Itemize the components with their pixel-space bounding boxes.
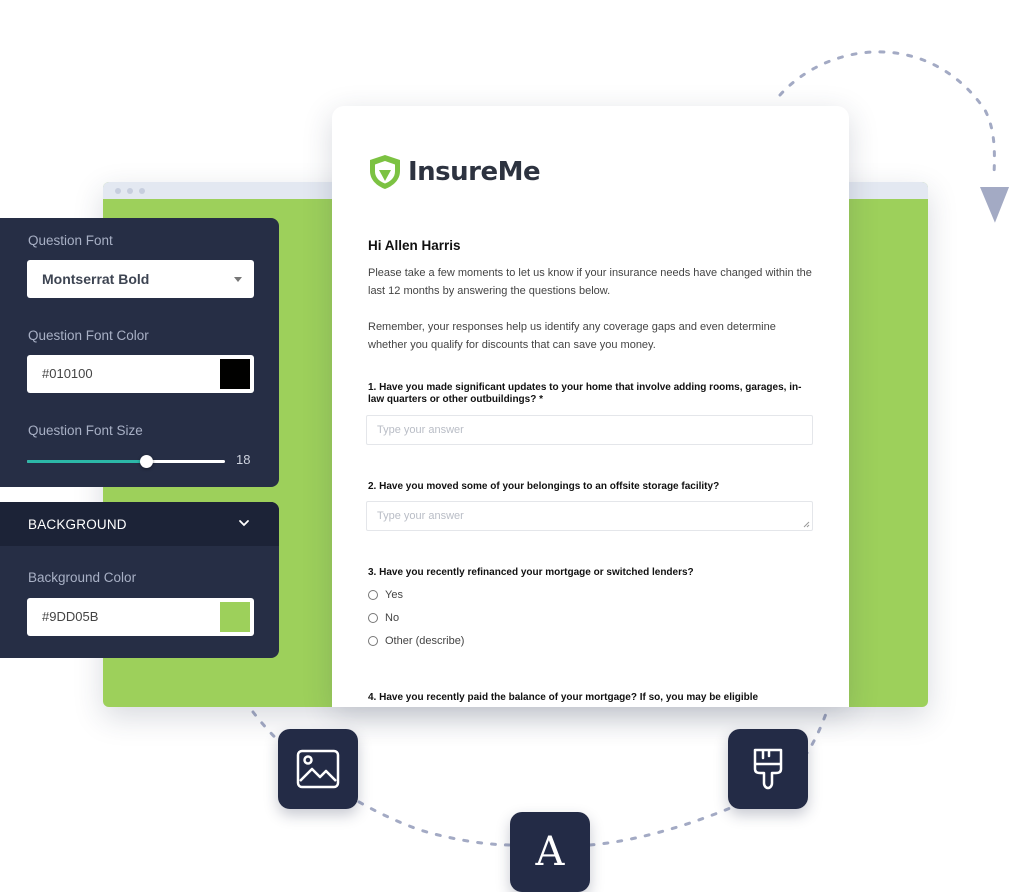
font-size-label: Question Font Size: [28, 423, 143, 438]
font-size-slider[interactable]: [27, 455, 225, 468]
font-size-value: 18: [236, 452, 251, 467]
background-color-swatch[interactable]: [220, 602, 250, 632]
greeting-heading: Hi Allen Harris: [368, 238, 461, 253]
radio-button[interactable]: [368, 613, 378, 623]
question-font-label: Question Font: [28, 233, 113, 248]
text-font-icon: A: [535, 829, 565, 875]
question-font-panel: Question Font Montserrat Bold Question F…: [0, 218, 279, 487]
question-2-label: 2. Have you moved some of your belonging…: [368, 481, 720, 492]
font-select-value: Montserrat Bold: [42, 271, 150, 287]
radio-button[interactable]: [368, 590, 378, 600]
logo: InsureMe: [368, 154, 541, 190]
stage: InsureMe Hi Allen Harris Please take a f…: [0, 0, 1024, 892]
window-dot: [139, 187, 145, 194]
question-1-label: 1. Have you made significant updates to …: [368, 382, 802, 405]
image-icon: [296, 749, 340, 789]
slider-fill: [27, 460, 146, 463]
radio-label: No: [385, 612, 400, 624]
background-color-label: Background Color: [28, 570, 137, 585]
radio-option-no[interactable]: No: [368, 612, 399, 624]
font-select[interactable]: Montserrat Bold: [27, 260, 254, 298]
background-section-header[interactable]: BACKGROUND: [0, 502, 279, 546]
text-font-tile[interactable]: A: [510, 812, 590, 892]
radio-option-yes[interactable]: Yes: [368, 589, 403, 601]
down-arrow-icon: [975, 183, 1014, 230]
image-tile[interactable]: [278, 729, 358, 809]
question-2-placeholder: Type your answer: [377, 510, 464, 522]
intro-paragraph: Please take a few moments to let us know…: [368, 267, 812, 297]
question-3-label: 3. Have you recently refinanced your mor…: [368, 567, 694, 578]
form-card: InsureMe Hi Allen Harris Please take a f…: [332, 106, 849, 707]
paint-brush-tile[interactable]: [728, 729, 808, 809]
question-1-input[interactable]: Type your answer: [366, 415, 813, 445]
background-color-value: #9DD05B: [42, 609, 99, 624]
background-section-title: BACKGROUND: [28, 517, 127, 532]
background-panel: BACKGROUND Background Color #9DD05B: [0, 502, 279, 658]
resize-handle-icon[interactable]: [803, 521, 810, 528]
radio-label: Other (describe): [385, 635, 465, 647]
radio-button[interactable]: [368, 636, 378, 646]
radio-label: Yes: [385, 589, 403, 601]
background-color-field[interactable]: #9DD05B: [27, 598, 254, 636]
window-dot: [115, 187, 121, 194]
font-color-swatch[interactable]: [220, 359, 250, 389]
chevron-down-icon[interactable]: [238, 517, 250, 529]
paint-brush-icon: [753, 748, 783, 790]
font-color-value: #010100: [42, 366, 93, 381]
question-4-label: 4. Have you recently paid the balance of…: [368, 692, 759, 703]
caret-down-icon: [234, 277, 242, 282]
question-2-textarea[interactable]: Type your answer: [366, 501, 813, 531]
slider-thumb[interactable]: [139, 455, 153, 468]
intro-paragraph-2: Remember, your responses help us identif…: [368, 321, 776, 351]
radio-option-other[interactable]: Other (describe): [368, 635, 464, 647]
window-dot: [127, 187, 133, 194]
font-color-field[interactable]: #010100: [27, 355, 254, 393]
font-color-label: Question Font Color: [28, 328, 149, 343]
shield-icon: [370, 155, 400, 189]
brand-name: InsureMe: [408, 157, 541, 187]
